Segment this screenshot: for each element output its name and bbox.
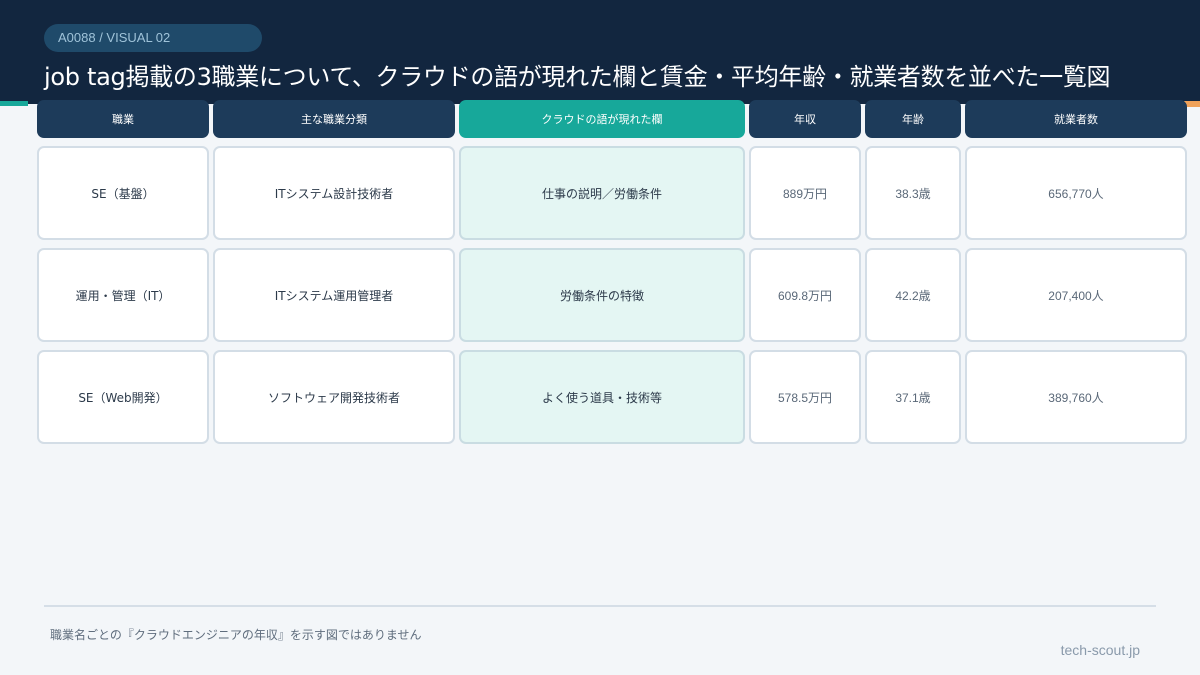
footer-divider bbox=[44, 605, 1156, 607]
cell-salary: 889万円 bbox=[749, 146, 861, 240]
cell-employment: 389,760人 bbox=[965, 350, 1187, 444]
occupation-table: 職業 主な職業分類 クラウドの語が現れた欄 年収 年齢 就業者数 SE（基盤） … bbox=[37, 100, 1187, 444]
cell-salary: 609.8万円 bbox=[749, 248, 861, 342]
cell-age: 37.1歳 bbox=[865, 350, 961, 444]
cell-occupation: 運用・管理（IT） bbox=[37, 248, 209, 342]
cell-occupation: SE（Web開発） bbox=[37, 350, 209, 444]
cell-cloud-field: 仕事の説明／労働条件 bbox=[459, 146, 745, 240]
header-accent-left bbox=[0, 101, 28, 106]
cell-age: 38.3歳 bbox=[865, 146, 961, 240]
column-header-cloud-field: クラウドの語が現れた欄 bbox=[459, 100, 745, 138]
cell-age: 42.2歳 bbox=[865, 248, 961, 342]
cell-salary: 578.5万円 bbox=[749, 350, 861, 444]
column-header-employment: 就業者数 bbox=[965, 100, 1187, 138]
cell-classification: ITシステム設計技術者 bbox=[213, 146, 455, 240]
cell-occupation: SE（基盤） bbox=[37, 146, 209, 240]
column-header-salary: 年収 bbox=[749, 100, 861, 138]
visual-tag: A0088 / VISUAL 02 bbox=[44, 24, 262, 52]
cell-employment: 656,770人 bbox=[965, 146, 1187, 240]
footnote: 職業名ごとの『クラウドエンジニアの年収』を示す図ではありません bbox=[50, 628, 422, 642]
cell-employment: 207,400人 bbox=[965, 248, 1187, 342]
column-header-occupation: 職業 bbox=[37, 100, 209, 138]
cell-classification: ソフトウェア開発技術者 bbox=[213, 350, 455, 444]
site-credit: tech-scout.jp bbox=[1060, 642, 1140, 658]
page-title: job tag掲載の3職業について、クラウドの語が現れた欄と賃金・平均年齢・就業… bbox=[44, 63, 1111, 91]
cell-classification: ITシステム運用管理者 bbox=[213, 248, 455, 342]
column-header-classification: 主な職業分類 bbox=[213, 100, 455, 138]
cell-cloud-field: よく使う道具・技術等 bbox=[459, 350, 745, 444]
column-header-age: 年齢 bbox=[865, 100, 961, 138]
cell-cloud-field: 労働条件の特徴 bbox=[459, 248, 745, 342]
